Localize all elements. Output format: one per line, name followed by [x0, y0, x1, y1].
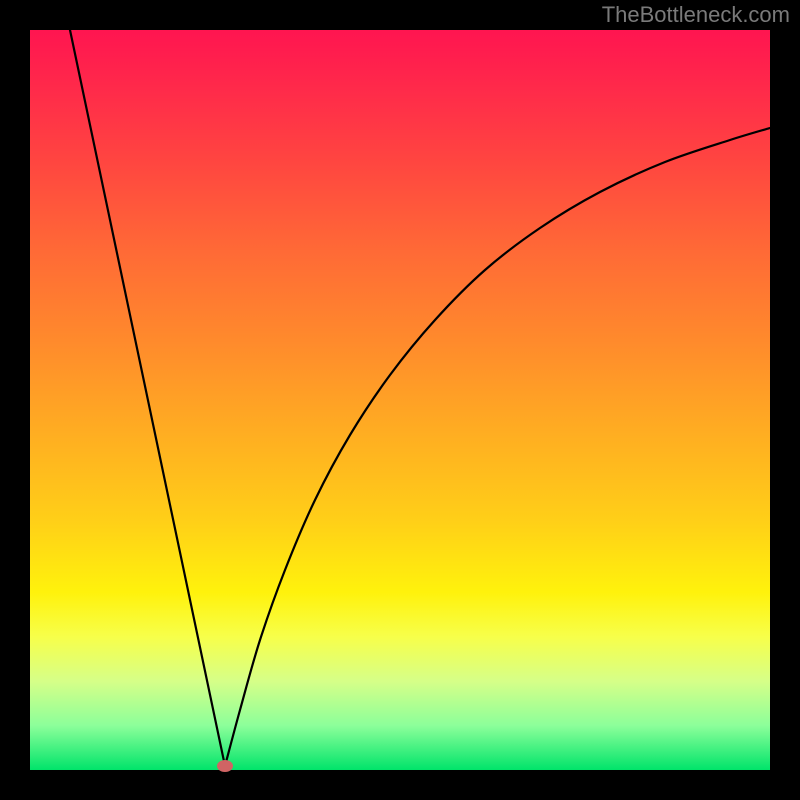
watermark-text: TheBottleneck.com	[602, 2, 790, 28]
plot-area	[30, 30, 770, 770]
chart-frame: TheBottleneck.com	[0, 0, 800, 800]
optimum-marker	[217, 760, 233, 772]
bottleneck-curve	[30, 30, 770, 770]
